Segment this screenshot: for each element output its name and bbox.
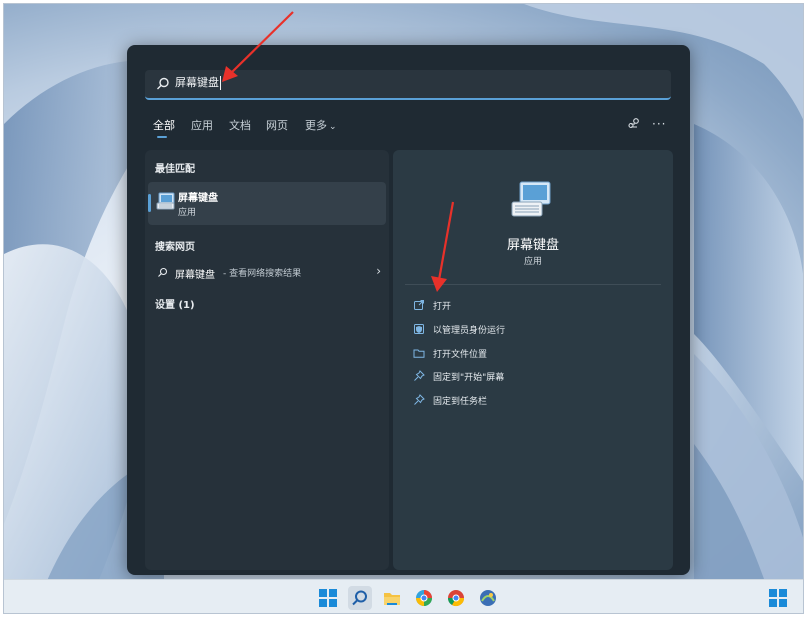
action-label: 以管理员身份运行 — [433, 326, 506, 336]
action-open[interactable]: 打开 — [413, 298, 653, 314]
web-search-header: 搜索网页 — [155, 242, 195, 253]
start-button[interactable] — [316, 586, 340, 610]
tab-more[interactable]: 更多 ⌄ — [305, 117, 337, 133]
taskbar-search-button[interactable] — [348, 586, 372, 610]
tab-more-label: 更多 — [305, 119, 327, 132]
active-tab-indicator — [157, 136, 167, 138]
action-label: 打开 — [433, 302, 452, 312]
search-input[interactable]: 屏幕键盘 — [145, 70, 671, 100]
tab-apps[interactable]: 应用 — [191, 117, 213, 133]
taskbar — [4, 579, 803, 613]
taskbar-edge[interactable] — [412, 586, 436, 610]
best-match-item[interactable]: 屏幕键盘 应用 — [148, 182, 386, 225]
action-label: 固定到任务栏 — [433, 397, 488, 407]
search-query-text[interactable]: 屏幕键盘 — [175, 76, 221, 90]
search-panel: 屏幕键盘 全部 应用 文档 网页 更多 ⌄ ··· 最佳匹配 屏幕键盘 应用 搜… — [127, 45, 690, 575]
taskbar-chrome[interactable] — [444, 586, 468, 610]
best-match-subtitle: 应用 — [178, 208, 197, 218]
search-icon — [352, 590, 367, 606]
folder-icon — [413, 349, 425, 358]
search-icon — [158, 267, 168, 277]
tab-web[interactable]: 网页 — [266, 117, 288, 133]
screenshot-frame: 屏幕键盘 全部 应用 文档 网页 更多 ⌄ ··· 最佳匹配 屏幕键盘 应用 搜… — [3, 3, 804, 614]
windows-start-icon — [319, 589, 337, 607]
tab-documents[interactable]: 文档 — [229, 117, 251, 133]
taskbar-file-explorer[interactable] — [380, 586, 404, 610]
on-screen-keyboard-large-icon — [511, 181, 551, 217]
windows-logo-icon — [769, 589, 787, 607]
preview-app-type: 应用 — [523, 257, 542, 267]
action-pin-to-start[interactable]: 固定到"开始"屏幕 — [413, 369, 653, 385]
chrome-icon — [447, 590, 465, 607]
on-screen-keyboard-icon — [156, 192, 175, 210]
pin-icon — [414, 394, 425, 405]
chevron-down-icon: ⌄ — [329, 122, 337, 132]
best-match-header: 最佳匹配 — [155, 164, 195, 175]
preview-pane: 屏幕键盘 应用 打开 以管理员身份运行 打开文件位置 固定到"开始"屏幕 固定到… — [393, 150, 673, 570]
preview-app-title: 屏幕键盘 — [506, 238, 559, 253]
share-account-icon[interactable] — [627, 117, 641, 131]
action-pin-to-taskbar[interactable]: 固定到任务栏 — [413, 393, 653, 409]
tab-all[interactable]: 全部 — [153, 117, 175, 133]
app-icon — [480, 590, 496, 606]
action-label: 打开文件位置 — [433, 350, 488, 360]
open-icon — [414, 300, 424, 310]
pin-icon — [414, 370, 425, 381]
edge-icon — [416, 590, 432, 606]
best-match-title: 屏幕键盘 — [178, 193, 218, 204]
more-options-icon[interactable]: ··· — [652, 117, 666, 131]
taskbar-app[interactable] — [476, 586, 500, 610]
web-result-suffix: - 查看网络搜索结果 — [223, 269, 302, 279]
action-run-as-admin[interactable]: 以管理员身份运行 — [413, 322, 653, 338]
results-list: 最佳匹配 屏幕键盘 应用 搜索网页 屏幕键盘 - 查看网络搜索结果 › 设置 (… — [145, 150, 389, 570]
web-search-result[interactable]: 屏幕键盘 - 查看网络搜索结果 › — [155, 264, 381, 281]
action-label: 固定到"开始"屏幕 — [433, 373, 505, 383]
admin-shield-icon — [414, 324, 424, 334]
search-icon — [157, 77, 169, 90]
settings-header[interactable]: 设置 (1) — [155, 296, 195, 311]
chevron-right-icon: › — [376, 264, 381, 278]
action-open-file-location[interactable]: 打开文件位置 — [413, 346, 653, 362]
web-result-query: 屏幕键盘 — [175, 270, 215, 281]
divider — [405, 284, 661, 285]
selection-indicator — [148, 194, 151, 212]
file-explorer-icon — [384, 593, 400, 605]
